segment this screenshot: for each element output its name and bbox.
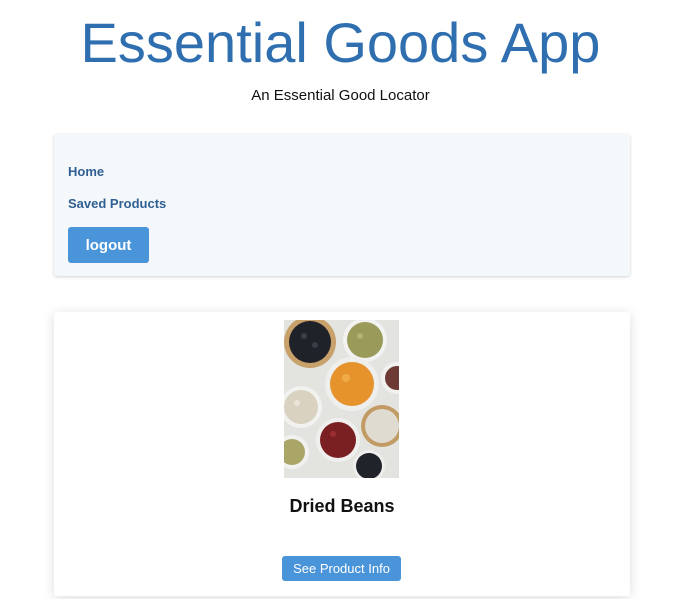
page: Essential Goods App An Essential Good Lo… xyxy=(0,0,681,599)
nav-link-home[interactable]: Home xyxy=(68,164,104,179)
see-product-info-button[interactable]: See Product Info xyxy=(282,556,401,581)
product-card: Dried Beans See Product Info xyxy=(54,312,630,596)
product-name: Dried Beans xyxy=(289,496,395,516)
app-title: Essential Goods App xyxy=(80,11,601,74)
nav-panel: Home Saved Products logout xyxy=(54,134,630,276)
logout-button[interactable]: logout xyxy=(68,227,149,263)
nav-link-saved-products[interactable]: Saved Products xyxy=(68,196,166,211)
product-image xyxy=(284,320,399,478)
app-subtitle: An Essential Good Locator xyxy=(251,87,430,104)
